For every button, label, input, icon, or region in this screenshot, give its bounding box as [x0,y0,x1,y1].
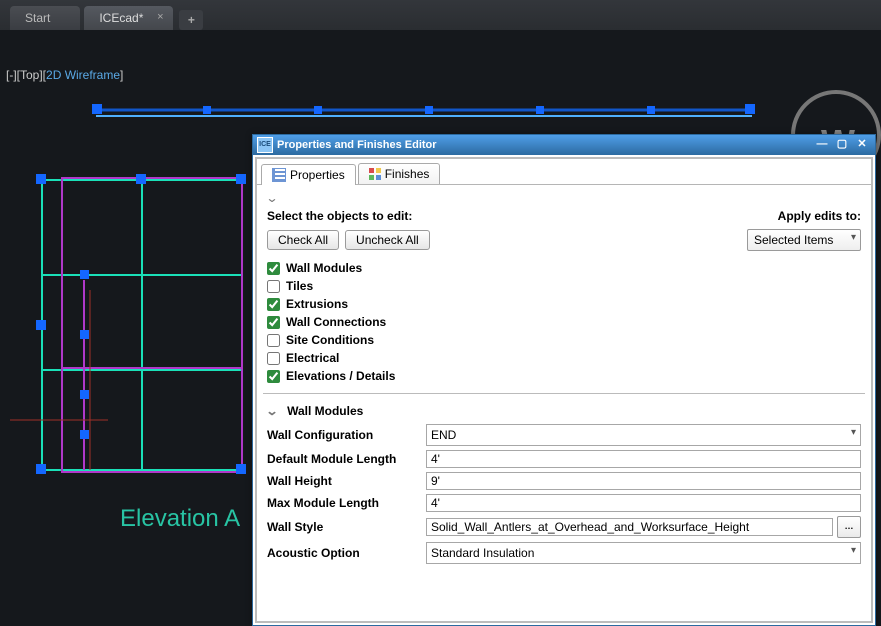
tab-label: Start [25,11,50,25]
wall-modules-section-header[interactable]: ⌄ Wall Modules [263,400,865,424]
label-wall-style: Wall Style [267,520,422,534]
add-tab-button[interactable]: + [179,10,203,30]
wall-modules-property-grid: Wall Configuration END Default Module Le… [263,424,865,564]
wall-style-input[interactable] [426,518,833,536]
tab-label: ICEcad* [99,11,143,25]
viewport-label[interactable]: [-][Top][2D Wireframe] [6,68,123,82]
label-wall-height: Wall Height [267,474,422,488]
tab-icecad[interactable]: ICEcad* × [84,6,173,30]
dialog-title: Properties and Finishes Editor [277,139,437,151]
label-acoustic-option: Acoustic Option [267,546,422,560]
object-type-list: Wall Modules Tiles Extrusions Wall Conne… [263,257,865,387]
close-icon[interactable]: × [155,12,165,22]
max-module-length-input[interactable] [426,494,861,512]
default-module-length-input[interactable] [426,450,861,468]
properties-icon [272,168,286,182]
chevron-down-icon: ⌄ [265,191,278,205]
document-tab-strip: Start ICEcad* × + [0,0,881,31]
close-button[interactable]: ✕ [853,138,871,152]
properties-panel: ⌄ Select the objects to edit: Apply edit… [257,185,871,621]
tab-finishes[interactable]: Finishes [358,163,441,184]
wall-height-input[interactable] [426,472,861,490]
divider [263,393,865,394]
checkbox-electrical[interactable]: Electrical [267,349,861,367]
finishes-icon [369,168,381,180]
app-icon: ICE [257,137,273,153]
tab-start[interactable]: Start [10,6,80,30]
acoustic-option-dropdown[interactable]: Standard Insulation [426,542,861,564]
minimize-button[interactable]: — [813,138,831,152]
checkbox-site-conditions[interactable]: Site Conditions [267,331,861,349]
dialog-tab-strip: Properties Finishes [257,159,871,185]
label-max-module-length: Max Module Length [267,496,422,510]
select-objects-heading: Select the objects to edit: [267,209,412,223]
checkbox-wall-modules[interactable]: Wall Modules [267,259,861,277]
wall-style-browse-button[interactable]: … [837,516,861,538]
checkbox-elevations-details[interactable]: Elevations / Details [267,367,861,385]
tab-properties[interactable]: Properties [261,164,356,185]
checkbox-wall-connections[interactable]: Wall Connections [267,313,861,331]
wall-configuration-dropdown[interactable]: END [426,424,861,446]
check-all-button[interactable]: Check All [267,230,339,250]
maximize-button[interactable]: ▢ [833,138,851,152]
collapse-toggle-top[interactable]: ⌄ [263,185,865,207]
checkbox-extrusions[interactable]: Extrusions [267,295,861,313]
apply-edits-heading: Apply edits to: [778,209,861,223]
label-wall-configuration: Wall Configuration [267,428,422,442]
checkbox-tiles[interactable]: Tiles [267,277,861,295]
label-default-module-length: Default Module Length [267,452,422,466]
elevation-label: Elevation A [120,505,240,533]
chevron-down-icon: ⌄ [265,404,278,418]
uncheck-all-button[interactable]: Uncheck All [345,230,430,250]
apply-edits-dropdown[interactable]: Selected Items [747,229,861,251]
dialog-titlebar[interactable]: ICE Properties and Finishes Editor — ▢ ✕ [253,135,875,155]
properties-finishes-dialog: ICE Properties and Finishes Editor — ▢ ✕… [252,134,876,626]
dialog-body: Properties Finishes ⌄ Select the objects… [255,157,873,623]
